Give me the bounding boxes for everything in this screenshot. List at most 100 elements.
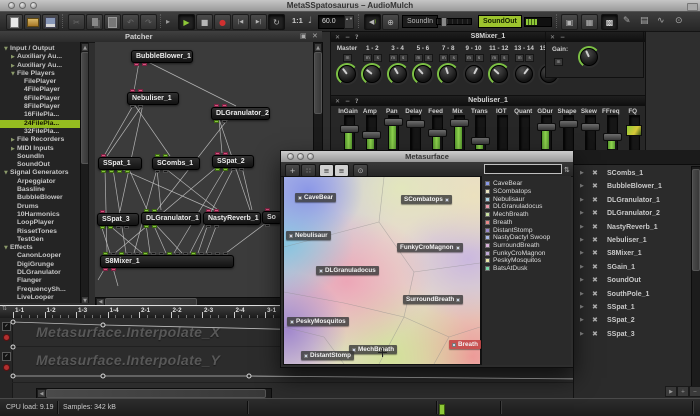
snapshot-marker-icon[interactable] [452, 343, 456, 347]
bypass-icon[interactable]: ✖ [592, 301, 598, 314]
snapshot-search-input[interactable] [484, 164, 562, 174]
expand-icon[interactable]: ▶ [580, 328, 584, 341]
snapshot-marker-icon[interactable] [456, 246, 460, 250]
panel-close-icon[interactable]: ✕ [335, 97, 340, 107]
mixer-knob[interactable] [387, 63, 409, 85]
surface-label-scombatops[interactable]: SCombatops [401, 195, 452, 204]
mute-button[interactable]: m [490, 54, 499, 62]
contraptions-scrollbar[interactable] [691, 166, 700, 390]
snapshot-marker-icon[interactable] [445, 198, 449, 202]
nebuliser-panel-header[interactable]: ✕ − ? Nebuliser_1 [331, 96, 645, 106]
gain-mute-button[interactable]: m [554, 58, 563, 66]
bypass-icon[interactable]: ✖ [592, 247, 598, 260]
bypass-icon[interactable]: ✖ [592, 167, 598, 180]
breakpoint[interactable] [11, 320, 15, 324]
bypass-icon[interactable]: ✖ [592, 180, 598, 193]
breakpoint[interactable] [247, 374, 251, 378]
panel-close-icon[interactable]: ✕ [335, 33, 340, 43]
mixer-knob[interactable] [437, 63, 459, 85]
mixer-knob[interactable] [412, 63, 434, 85]
expand-icon[interactable]: ▶ [580, 221, 584, 234]
snapshot-item-scombatops[interactable]: SCombatops [485, 188, 569, 196]
surface-label-distantstomp[interactable]: DistantStomp [301, 351, 354, 360]
contraption-row-s8mixer-1[interactable]: ▶✖S8Mixer_1 [574, 247, 700, 260]
param-slider-track[interactable] [519, 115, 530, 151]
contraption-row-sspat-1[interactable]: ▶✖SSpat_1 [574, 301, 700, 314]
expand-icon[interactable]: ▶ [580, 288, 584, 301]
param-slider-track[interactable] [585, 115, 596, 151]
param-slider-handle[interactable] [537, 123, 556, 131]
mute-button[interactable]: m [515, 54, 524, 62]
mute-button[interactable]: m [465, 54, 474, 62]
param-slider-handle[interactable] [362, 131, 381, 139]
param-slider-handle[interactable] [559, 120, 578, 128]
contraptions-scroll-thumb[interactable] [692, 169, 700, 271]
param-slider-handle[interactable] [603, 133, 622, 141]
panel-minimize-icon[interactable]: − [345, 33, 350, 43]
panel-minimize-icon[interactable]: − [345, 97, 350, 107]
param-slider-handle[interactable] [428, 129, 447, 137]
expand-icon[interactable]: ▶ [580, 301, 584, 314]
expand-icon[interactable]: ▶ [580, 167, 584, 180]
zoom-in-button[interactable]: + [677, 386, 689, 397]
panel-close-icon[interactable]: ✕ [550, 33, 555, 43]
bypass-icon[interactable]: ✖ [592, 314, 598, 327]
surface-label-dlgranuladocus[interactable]: DLGranuladocus [316, 266, 379, 275]
gain-panel-header[interactable]: ✕ − [546, 32, 643, 42]
panel-help-icon[interactable]: ? [355, 97, 358, 107]
snapshot-item-peskymosquitos[interactable]: PeskyMosquitos [485, 257, 569, 265]
bypass-icon[interactable]: ✖ [592, 234, 598, 247]
expand-icon[interactable]: ▶ [580, 274, 584, 287]
param-slider-handle[interactable] [384, 118, 403, 126]
param-slider-handle[interactable] [340, 125, 359, 133]
contraption-row-dlgranulator-2[interactable]: ▶✖DLGranulator_2 [574, 207, 700, 220]
gain-knob[interactable] [578, 46, 600, 68]
snapshot-item-batsatdusk[interactable]: BatsAtDusk [485, 265, 569, 273]
bypass-icon[interactable]: ✖ [592, 221, 598, 234]
solo-button[interactable]: s [373, 54, 382, 62]
fq-pad[interactable] [626, 125, 642, 136]
param-slider-handle[interactable] [406, 120, 425, 128]
snapshot-item-cavebear[interactable]: CaveBear [485, 180, 569, 188]
snapshot-marker-icon[interactable] [298, 196, 302, 200]
scroll-left-icon[interactable]: ◀ [37, 389, 46, 398]
snapshot-item-nastydactyl-swoop[interactable]: NastyDactyl Swoop [485, 234, 569, 242]
mute-button[interactable]: m [343, 54, 352, 62]
snapshot-item-mechbreath[interactable]: MechBreath [485, 211, 569, 219]
metasurface-pad[interactable] [283, 176, 481, 365]
snapshot-item-nebulisaur[interactable]: Nebulisaur [485, 195, 569, 203]
param-slider-handle[interactable] [581, 123, 600, 131]
solo-button[interactable]: s [475, 54, 484, 62]
contraption-row-nebuliser-1[interactable]: ▶✖Nebuliser_1 [574, 234, 700, 247]
contraption-row-sspat-3[interactable]: ▶✖SSpat_3 [574, 328, 700, 341]
snapshot-marker-icon[interactable] [290, 320, 294, 324]
bypass-icon[interactable]: ✖ [592, 274, 598, 287]
snapshot-item-surroundbreath[interactable]: SurroundBreath [485, 242, 569, 250]
solo-button[interactable]: s [500, 54, 509, 62]
snapshot-item-breath[interactable]: Breath [485, 219, 569, 227]
expand-icon[interactable]: ▶ [580, 261, 584, 274]
contraption-row-sspat-2[interactable]: ▶✖SSpat_2 [574, 314, 700, 327]
mixer-knob[interactable] [336, 63, 358, 85]
surface-label-cavebear[interactable]: CaveBear [295, 193, 336, 202]
snapshot-marker-icon[interactable] [456, 298, 460, 302]
solo-button[interactable]: s [449, 54, 458, 62]
expand-icon[interactable]: ▶ [580, 194, 584, 207]
param-slider-handle[interactable] [450, 119, 469, 127]
mixer-knob[interactable] [488, 63, 510, 85]
fit-button[interactable]: ▶ [665, 386, 677, 397]
bypass-icon[interactable]: ✖ [592, 328, 598, 341]
breakpoint[interactable] [11, 374, 15, 378]
contraption-row-sgain-1[interactable]: ▶✖SGain_1 [574, 261, 700, 274]
expand-icon[interactable]: ▶ [580, 180, 584, 193]
mute-button[interactable]: m [363, 54, 372, 62]
param-slider-handle[interactable] [471, 137, 490, 145]
contraption-row-southpole-1[interactable]: ▶✖SouthPole_1 [574, 288, 700, 301]
param-slider-track[interactable] [497, 115, 508, 151]
panel-minimize-icon[interactable]: − [560, 33, 565, 43]
surface-label-nebulisaur[interactable]: Nebulisaur [286, 231, 331, 240]
bypass-icon[interactable]: ✖ [592, 207, 598, 220]
contraption-row-dlgranulator-1[interactable]: ▶✖DLGranulator_1 [574, 194, 700, 207]
contraption-row-scombs-1[interactable]: ▶✖SCombs_1 [574, 167, 700, 180]
snapshot-marker-icon[interactable] [289, 234, 293, 238]
